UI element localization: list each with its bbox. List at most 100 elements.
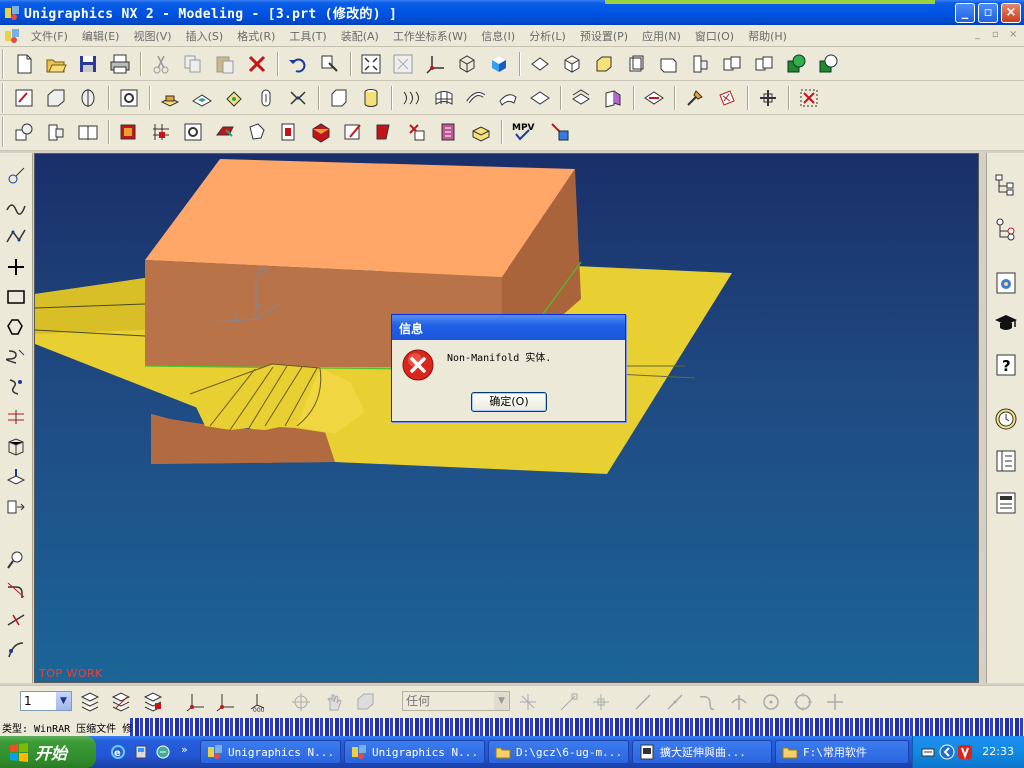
swept-icon[interactable] <box>462 84 490 112</box>
block-icon[interactable] <box>325 84 353 112</box>
pocket-icon[interactable] <box>188 84 216 112</box>
wcs-axes-icon[interactable] <box>421 50 449 78</box>
line-icon[interactable] <box>630 689 656 715</box>
point-plus-icon[interactable] <box>822 689 848 715</box>
point-icon[interactable] <box>4 164 28 188</box>
history-palette-icon[interactable] <box>992 269 1020 297</box>
suppress-icon[interactable] <box>307 118 335 146</box>
unsuppress-icon[interactable] <box>371 118 399 146</box>
pad-icon[interactable] <box>220 84 248 112</box>
point-set-icon[interactable] <box>713 84 741 112</box>
bridge-icon[interactable] <box>4 435 28 459</box>
law-curve-icon[interactable] <box>4 375 28 399</box>
edit-param-icon[interactable] <box>339 118 367 146</box>
task-item[interactable]: D:\gcz\6-ug-m... <box>488 740 629 764</box>
trim-curve-icon[interactable] <box>4 608 28 632</box>
fillet-curve-icon[interactable] <box>4 578 28 602</box>
perpendicular-icon[interactable] <box>726 689 752 715</box>
extrude-icon[interactable] <box>42 84 70 112</box>
print-icon[interactable] <box>106 50 134 78</box>
hole-icon[interactable] <box>115 84 143 112</box>
task-item[interactable]: Unigraphics N... <box>344 740 485 764</box>
paste-icon[interactable] <box>211 50 239 78</box>
menu-assembly[interactable]: 装配(A) <box>334 28 386 44</box>
ie-icon[interactable]: e <box>110 744 126 760</box>
task-item[interactable]: Unigraphics N... <box>200 740 341 764</box>
view-right-icon[interactable] <box>654 50 682 78</box>
view-iso-icon[interactable] <box>526 50 554 78</box>
visible-in-view-icon[interactable] <box>108 689 134 715</box>
move-object-icon[interactable] <box>754 84 782 112</box>
book-icon[interactable] <box>74 118 102 146</box>
help-icon[interactable]: ? <box>992 351 1020 379</box>
view-top-icon[interactable] <box>590 50 618 78</box>
view-left-icon[interactable] <box>686 50 714 78</box>
task-item[interactable]: F:\常用软件 <box>775 740 909 764</box>
training-icon[interactable] <box>992 309 1020 337</box>
circle-center-icon[interactable] <box>758 689 784 715</box>
new-file-icon[interactable] <box>10 50 38 78</box>
save-icon[interactable] <box>74 50 102 78</box>
chevron-down-icon[interactable]: ▼ <box>56 692 71 710</box>
polygon-icon[interactable] <box>4 315 28 339</box>
layer-settings-icon[interactable] <box>77 689 103 715</box>
circle-quadrant-icon[interactable] <box>790 689 816 715</box>
wcs-rotate-icon[interactable]: 000 <box>244 689 270 715</box>
zoom-icon[interactable] <box>389 50 417 78</box>
menu-tools[interactable]: 工具(T) <box>282 28 333 44</box>
curve-mesh-icon[interactable] <box>430 84 458 112</box>
sketch-icon[interactable] <box>10 84 38 112</box>
menu-view[interactable]: 视图(V) <box>126 28 178 44</box>
reuse-library-icon[interactable] <box>992 447 1020 475</box>
type-filter-select[interactable]: 任何 ▼ <box>402 691 510 711</box>
curve-analysis-icon[interactable] <box>4 548 28 572</box>
arc-icon[interactable] <box>694 689 720 715</box>
menu-analysis[interactable]: 分析(L) <box>522 28 573 44</box>
view-trimetric-icon[interactable] <box>558 50 586 78</box>
close-button[interactable]: × <box>1001 3 1021 23</box>
wcs-dynamics-icon[interactable] <box>182 689 208 715</box>
move-to-layer-icon[interactable] <box>140 689 166 715</box>
assembly-navigator-icon[interactable] <box>992 171 1020 199</box>
media-player-icon[interactable] <box>133 744 149 760</box>
revolve-icon[interactable] <box>74 84 102 112</box>
mdi-close-icon[interactable]: × <box>1009 29 1017 40</box>
keyboard-icon[interactable] <box>921 745 935 759</box>
menu-application[interactable]: 应用(N) <box>635 28 688 44</box>
mpv-check-icon[interactable]: MPV <box>508 118 542 146</box>
select-solid-icon[interactable] <box>352 689 378 715</box>
snap-end-icon[interactable] <box>556 689 582 715</box>
analysis-tool-icon[interactable] <box>546 118 574 146</box>
work-layer-select[interactable]: 1 ▼ <box>20 691 72 711</box>
menu-help[interactable]: 帮助(H) <box>741 28 794 44</box>
edit-object-icon[interactable] <box>316 50 344 78</box>
wcs-origin-icon[interactable] <box>212 689 238 715</box>
cut-icon[interactable] <box>147 50 175 78</box>
solid-density-icon[interactable] <box>467 118 495 146</box>
reorder-icon[interactable] <box>243 118 271 146</box>
menu-format[interactable]: 格式(R) <box>230 28 282 44</box>
tray-collapse-icon[interactable] <box>939 744 955 760</box>
chevron-right-icon[interactable]: » <box>181 743 188 756</box>
view-bottom-icon[interactable] <box>718 50 746 78</box>
offset-surface-icon[interactable] <box>567 84 595 112</box>
select-hand-icon[interactable] <box>321 689 347 715</box>
part-navigator-icon[interactable] <box>992 215 1020 243</box>
shaded-render-icon[interactable] <box>485 50 513 78</box>
groove-icon[interactable] <box>284 84 312 112</box>
cylinder-icon[interactable] <box>357 84 385 112</box>
undo-icon[interactable] <box>284 50 312 78</box>
minimize-button[interactable]: _ <box>955 3 975 23</box>
delete-icon[interactable] <box>243 50 271 78</box>
menu-file[interactable]: 文件(F) <box>24 28 75 44</box>
boss-icon[interactable] <box>156 84 184 112</box>
antivirus-icon[interactable] <box>957 744 973 760</box>
mdi-restore-icon[interactable]: ▫ <box>992 29 999 40</box>
offset-curve-icon[interactable] <box>4 405 28 429</box>
snap-point-icon[interactable] <box>288 689 314 715</box>
menu-window[interactable]: 窗口(O) <box>688 28 741 44</box>
task-item[interactable]: 擴大延伸與曲... <box>632 740 772 764</box>
point-plus-icon[interactable] <box>4 255 28 279</box>
menu-info[interactable]: 信息(I) <box>474 28 522 44</box>
transform-icon[interactable] <box>681 84 709 112</box>
